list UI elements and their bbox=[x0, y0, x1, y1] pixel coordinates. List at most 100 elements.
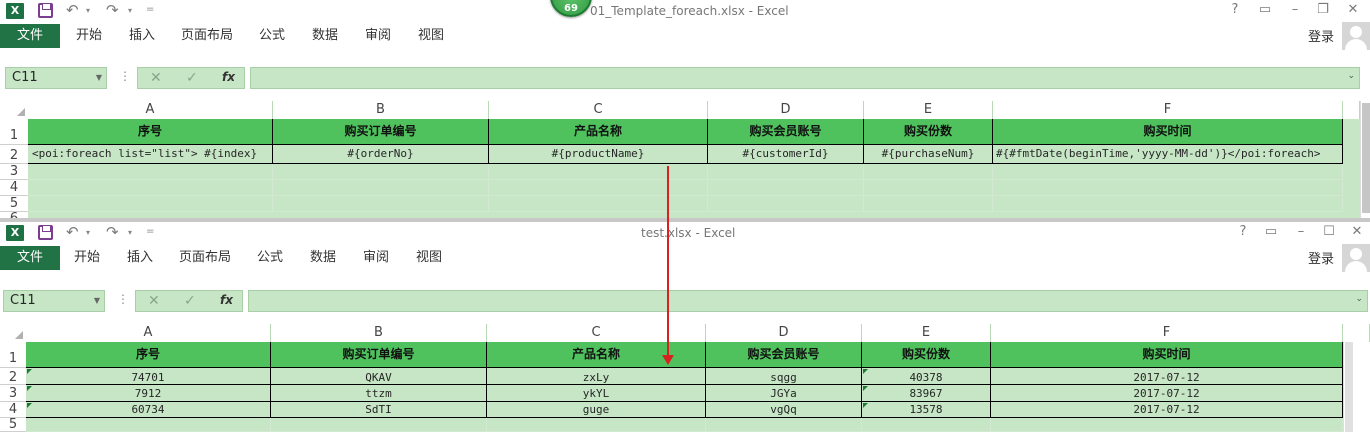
empty-cell[interactable] bbox=[28, 196, 273, 212]
data-cell[interactable]: 2017-07-12 bbox=[991, 368, 1343, 385]
chevron-down-icon[interactable]: ▼ bbox=[94, 291, 100, 311]
worksheet-grid[interactable]: A B C D E F 1 2 3 4 5 序号 购买订单编号 产品名称 购买会… bbox=[0, 324, 1370, 432]
row-header-3[interactable]: 3 bbox=[0, 164, 28, 180]
column-header-d[interactable]: D bbox=[708, 101, 864, 119]
data-cell[interactable]: 2017-07-12 bbox=[991, 402, 1343, 418]
tab-home[interactable]: 开始 bbox=[76, 24, 102, 48]
close-icon[interactable]: ✕ bbox=[1348, 224, 1366, 239]
row-header-3[interactable]: 3 bbox=[0, 385, 26, 402]
maximize-icon[interactable]: ☐ bbox=[1320, 224, 1338, 239]
tab-review[interactable]: 审阅 bbox=[365, 24, 391, 48]
restore-icon[interactable]: ❐ bbox=[1314, 2, 1332, 17]
column-header-c[interactable]: C bbox=[489, 101, 708, 119]
error-indicator-icon[interactable] bbox=[863, 386, 868, 391]
formula-input[interactable]: ⌄ bbox=[250, 67, 1360, 89]
error-indicator-icon[interactable] bbox=[863, 403, 868, 408]
insert-function-icon[interactable]: fx bbox=[222, 70, 235, 84]
empty-cell[interactable] bbox=[273, 164, 489, 180]
undo-dropdown-icon[interactable]: ▾ bbox=[86, 6, 90, 15]
row-header-5[interactable]: 5 bbox=[0, 418, 26, 432]
tab-formulas[interactable]: 公式 bbox=[257, 246, 283, 270]
empty-cell[interactable] bbox=[489, 164, 708, 180]
empty-cell[interactable] bbox=[706, 418, 862, 432]
header-cell-customer-id[interactable]: 购买会员账号 bbox=[706, 342, 862, 368]
redo-dropdown-icon[interactable]: ▾ bbox=[128, 228, 132, 237]
sign-in-link[interactable]: 登录 bbox=[1308, 248, 1334, 267]
empty-cell[interactable] bbox=[993, 180, 1343, 196]
header-cell-customer-id[interactable]: 购买会员账号 bbox=[708, 119, 864, 145]
data-cell[interactable]: sqgg bbox=[706, 368, 862, 385]
excel-app-icon[interactable]: X bbox=[6, 225, 24, 241]
column-header-b[interactable]: B bbox=[271, 324, 487, 342]
column-header-a[interactable]: A bbox=[26, 324, 271, 342]
redo-icon[interactable]: ↷ bbox=[106, 223, 119, 241]
header-cell-purchase-time[interactable]: 购买时间 bbox=[993, 119, 1343, 145]
template-cell-order-no[interactable]: #{orderNo} bbox=[273, 145, 489, 164]
empty-cell[interactable] bbox=[273, 180, 489, 196]
vertical-scrollbar[interactable] bbox=[1343, 342, 1370, 432]
header-cell-index[interactable]: 序号 bbox=[28, 119, 273, 145]
column-header-f[interactable]: F bbox=[993, 101, 1343, 119]
row-header-2[interactable]: 2 bbox=[0, 368, 26, 385]
row-header-4[interactable]: 4 bbox=[0, 180, 28, 196]
undo-icon[interactable]: ↶ bbox=[66, 1, 79, 19]
tab-insert[interactable]: 插入 bbox=[127, 246, 153, 270]
tab-data[interactable]: 数据 bbox=[312, 24, 338, 48]
scrollbar-thumb[interactable] bbox=[1362, 103, 1370, 213]
worksheet-grid[interactable]: A B C D E F 1 2 3 4 5 6 序号 购买订单编号 产品名称 购… bbox=[0, 101, 1370, 218]
header-cell-purchase-num[interactable]: 购买份数 bbox=[862, 342, 991, 368]
tab-formulas[interactable]: 公式 bbox=[259, 24, 285, 48]
customize-qat-icon[interactable]: = bbox=[146, 4, 154, 15]
minimize-icon[interactable]: – bbox=[1292, 224, 1310, 239]
ribbon-display-icon[interactable]: ▭ bbox=[1256, 2, 1274, 17]
template-cell-purchase-time[interactable]: #{#fmtDate(beginTime,'yyyy-MM-dd')}</poi… bbox=[993, 145, 1343, 164]
error-indicator-icon[interactable] bbox=[27, 386, 32, 391]
enter-icon[interactable]: ✓ bbox=[184, 293, 196, 309]
template-cell-customer-id[interactable]: #{customerId} bbox=[708, 145, 864, 164]
close-icon[interactable]: ✕ bbox=[1344, 2, 1362, 17]
chevron-down-icon[interactable]: ▼ bbox=[96, 68, 102, 88]
empty-cell[interactable] bbox=[864, 180, 993, 196]
data-cell[interactable]: 74701 bbox=[26, 368, 271, 385]
column-header-g[interactable] bbox=[1343, 324, 1370, 342]
ribbon-display-icon[interactable]: ▭ bbox=[1262, 224, 1280, 239]
tab-page-layout[interactable]: 页面布局 bbox=[181, 24, 233, 48]
user-avatar-icon[interactable] bbox=[1342, 244, 1370, 272]
empty-cell[interactable] bbox=[708, 164, 864, 180]
empty-cell[interactable] bbox=[489, 180, 708, 196]
error-indicator-icon[interactable] bbox=[27, 369, 32, 374]
cancel-icon[interactable]: ✕ bbox=[150, 70, 162, 86]
row-header-1[interactable]: 1 bbox=[0, 119, 28, 145]
header-cell-order-no[interactable]: 购买订单编号 bbox=[273, 119, 489, 145]
scrollbar-thumb[interactable] bbox=[1345, 342, 1353, 432]
select-all-corner[interactable] bbox=[0, 324, 26, 342]
redo-icon[interactable]: ↷ bbox=[106, 1, 119, 19]
user-avatar-icon[interactable] bbox=[1342, 22, 1370, 50]
formula-input[interactable]: ⌄ bbox=[248, 290, 1368, 312]
header-cell-purchase-time[interactable]: 购买时间 bbox=[991, 342, 1343, 368]
error-indicator-icon[interactable] bbox=[863, 369, 868, 374]
select-all-corner[interactable] bbox=[0, 101, 28, 119]
empty-cell[interactable] bbox=[864, 164, 993, 180]
file-tab[interactable]: 文件 bbox=[0, 24, 60, 48]
data-cell[interactable]: 13578 bbox=[862, 402, 991, 418]
column-header-g[interactable] bbox=[1343, 101, 1360, 119]
minimize-icon[interactable]: – bbox=[1286, 2, 1304, 17]
column-header-b[interactable]: B bbox=[273, 101, 489, 119]
data-cell[interactable]: 60734 bbox=[26, 402, 271, 418]
tab-data[interactable]: 数据 bbox=[310, 246, 336, 270]
header-cell-index[interactable]: 序号 bbox=[26, 342, 271, 368]
empty-cell[interactable] bbox=[26, 418, 271, 432]
template-cell-purchase-num[interactable]: #{purchaseNum} bbox=[864, 145, 993, 164]
save-icon[interactable] bbox=[38, 3, 53, 18]
insert-function-icon[interactable]: fx bbox=[220, 293, 233, 307]
vertical-scrollbar[interactable] bbox=[1360, 101, 1370, 218]
data-cell[interactable]: guge bbox=[487, 402, 706, 418]
empty-cell[interactable] bbox=[864, 196, 993, 212]
empty-cell[interactable] bbox=[993, 196, 1343, 212]
column-header-d[interactable]: D bbox=[706, 324, 862, 342]
row-header-5[interactable]: 5 bbox=[0, 196, 28, 212]
empty-cell[interactable] bbox=[991, 418, 1343, 432]
row-header-4[interactable]: 4 bbox=[0, 402, 26, 418]
save-icon[interactable] bbox=[38, 225, 53, 240]
